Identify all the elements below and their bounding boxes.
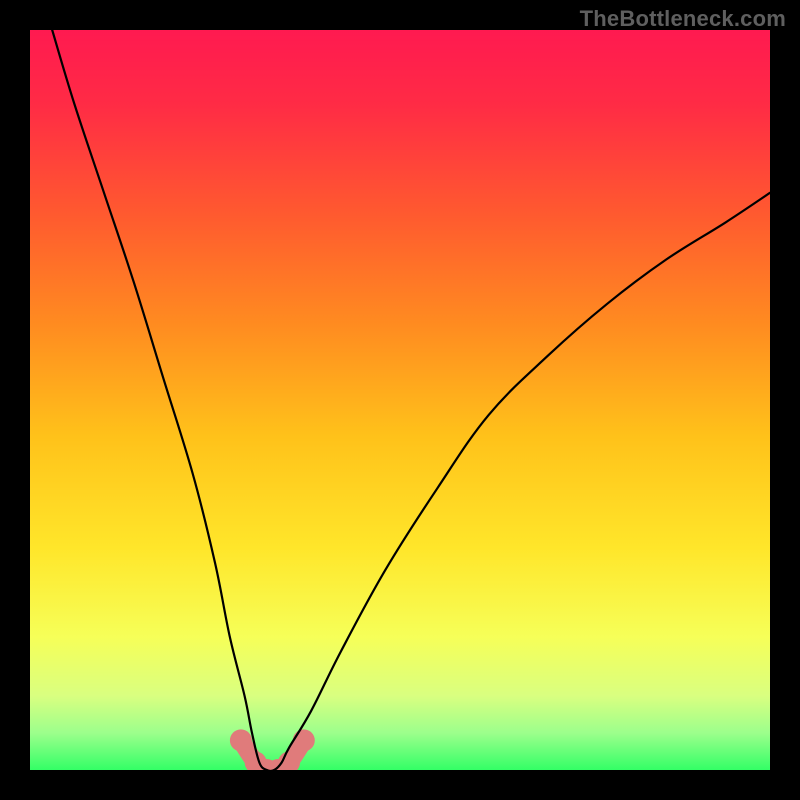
trough-bump <box>230 729 252 751</box>
curve-layer <box>30 30 770 770</box>
outer-frame: TheBottleneck.com <box>0 0 800 800</box>
trough-bump <box>293 729 315 751</box>
watermark-text: TheBottleneck.com <box>580 6 786 32</box>
bottleneck-curve <box>52 30 770 770</box>
plot-area <box>30 30 770 770</box>
trough-bumps <box>230 729 315 770</box>
